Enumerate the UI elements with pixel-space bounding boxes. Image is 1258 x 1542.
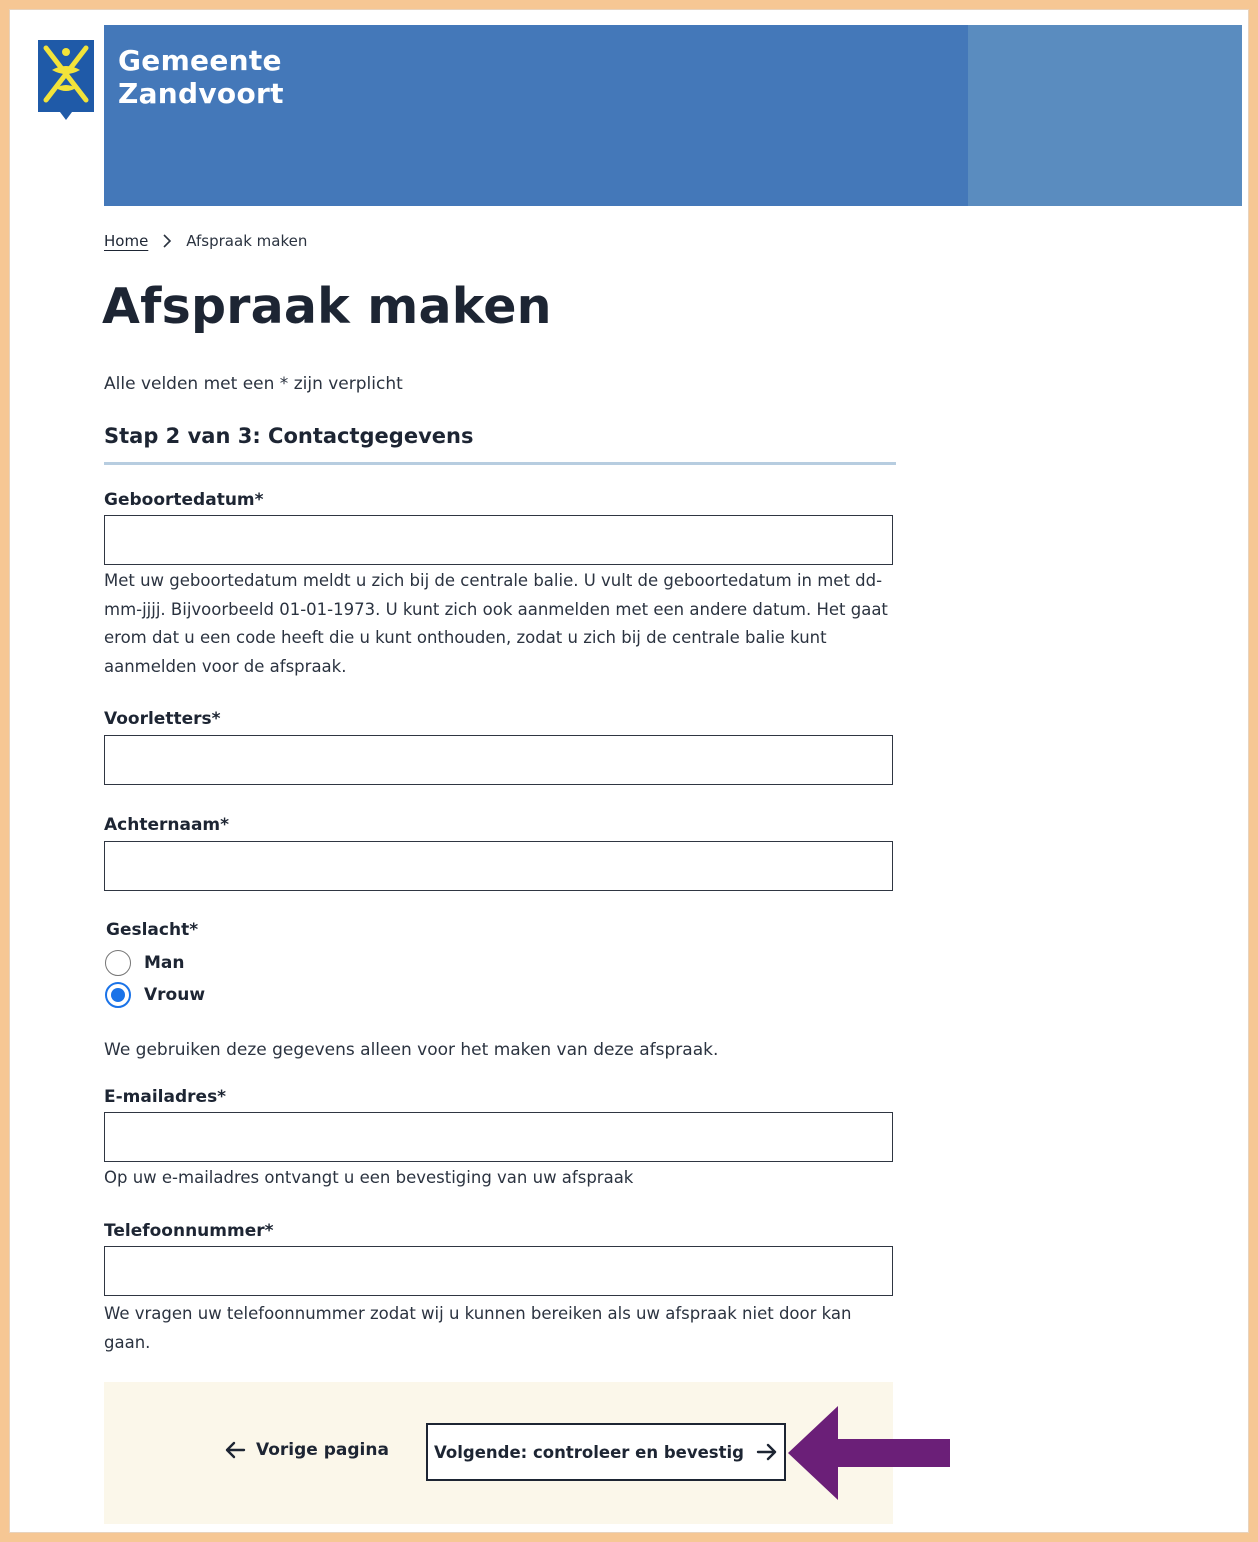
chevron-right-icon xyxy=(163,234,172,248)
birthdate-help: Met uw geboortedatum meldt u zich bij de… xyxy=(104,571,888,676)
breadcrumb-current: Afspraak maken xyxy=(186,232,308,250)
previous-page-link[interactable]: Vorige pagina xyxy=(224,1440,389,1460)
arrow-right-icon xyxy=(756,1443,777,1461)
email-help: Op uw e-mailadres ontvangt u een bevesti… xyxy=(104,1168,634,1187)
brand-name[interactable]: Gemeente Zandvoort xyxy=(118,44,284,110)
gender-option-man[interactable]: Man xyxy=(105,950,185,976)
previous-page-label: Vorige pagina xyxy=(256,1440,389,1460)
initials-label: Voorletters* xyxy=(104,709,221,729)
step-divider xyxy=(104,462,896,465)
breadcrumb-home-link[interactable]: Home xyxy=(104,232,148,250)
email-label: E-mailadres* xyxy=(104,1087,227,1107)
page-title: Afspraak maken xyxy=(102,278,552,335)
radio-vrouw-label: Vrouw xyxy=(144,985,206,1005)
breadcrumb: Home Afspraak maken xyxy=(104,232,307,250)
brand-line-2: Zandvoort xyxy=(118,77,284,110)
header-banner-side xyxy=(968,25,1242,206)
arrow-callout-icon xyxy=(788,1406,950,1500)
radio-man[interactable] xyxy=(105,950,131,976)
arrow-left-icon xyxy=(225,1441,246,1459)
radio-vrouw[interactable] xyxy=(105,982,131,1008)
birthdate-field[interactable] xyxy=(104,515,893,565)
birthdate-label: Geboortedatum* xyxy=(104,490,264,510)
phone-help: We vragen uw telefoonnummer zodat wij u … xyxy=(104,1304,852,1352)
brand-line-1: Gemeente xyxy=(118,44,282,77)
phone-field[interactable] xyxy=(104,1246,893,1296)
radio-man-label: Man xyxy=(144,953,185,973)
required-fields-note: Alle velden met een * zijn verplicht xyxy=(104,374,403,394)
step-title: Stap 2 van 3: Contactgegevens xyxy=(104,424,474,448)
initials-field[interactable] xyxy=(104,735,893,785)
email-field[interactable] xyxy=(104,1112,893,1162)
phone-label: Telefoonnummer* xyxy=(104,1221,274,1241)
gender-option-vrouw[interactable]: Vrouw xyxy=(105,982,205,1008)
coat-of-arms-icon[interactable] xyxy=(38,40,94,120)
next-button-label: Volgende: controleer en bevestig xyxy=(434,1442,744,1462)
privacy-note: We gebruiken deze gegevens alleen voor h… xyxy=(104,1040,719,1060)
surname-field[interactable] xyxy=(104,841,893,891)
surname-label: Achternaam* xyxy=(104,815,230,835)
next-confirm-button[interactable]: Volgende: controleer en bevestig xyxy=(426,1423,786,1481)
gender-legend: Geslacht* xyxy=(106,920,199,940)
